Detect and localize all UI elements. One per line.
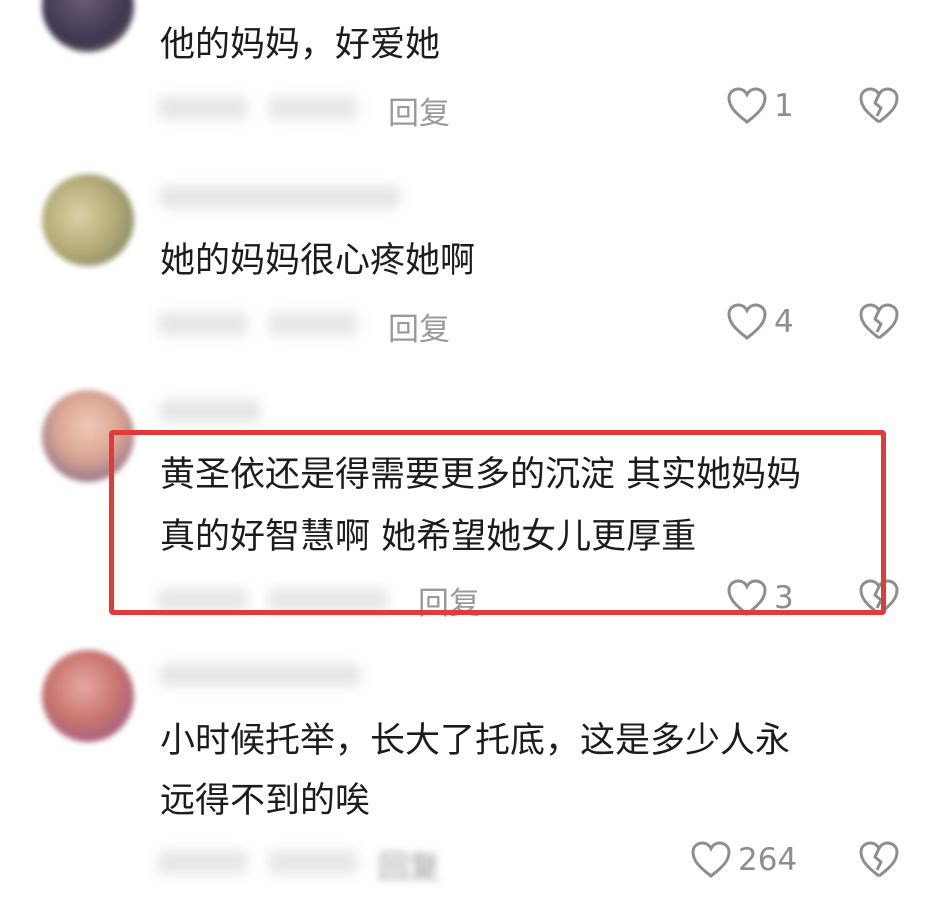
like-button[interactable]: 1 [726,86,794,126]
broken-heart-icon[interactable] [858,302,900,342]
avatar[interactable] [42,0,134,52]
highlight-box [109,430,886,615]
heart-outline-icon [727,303,767,340]
like-button[interactable]: 264 [690,840,797,880]
like-count: 1 [774,88,794,124]
like-button[interactable]: 4 [726,302,794,342]
heart-outline-icon [727,87,767,124]
broken-heart-icon[interactable] [858,840,900,880]
broken-heart-icon[interactable] [858,86,900,126]
comment-location [268,96,358,120]
like-count: 4 [774,304,794,340]
comment-date [158,312,248,336]
comment-text: 远得不到的唉 [160,781,371,821]
reply-button[interactable]: 回复 [378,842,440,887]
comment-text: 小时候托举，长大了托底，这是多少人永 [160,721,791,761]
comment-location [268,312,358,336]
comment-location [268,850,358,874]
reply-button[interactable]: 回复 [388,304,450,349]
comment-date [158,850,248,874]
reply-button[interactable]: 回复 [388,88,450,133]
heart-outline-icon [691,841,731,878]
comment-text: 她的妈妈很心疼她啊 [160,241,476,281]
username[interactable] [160,400,260,422]
comment-text: 他的妈妈，好爱她 [160,25,441,65]
avatar[interactable] [42,650,134,742]
avatar[interactable] [42,174,134,266]
comment-date [158,96,248,120]
like-count: 264 [738,842,798,878]
username[interactable] [160,664,360,686]
username[interactable] [160,186,400,208]
